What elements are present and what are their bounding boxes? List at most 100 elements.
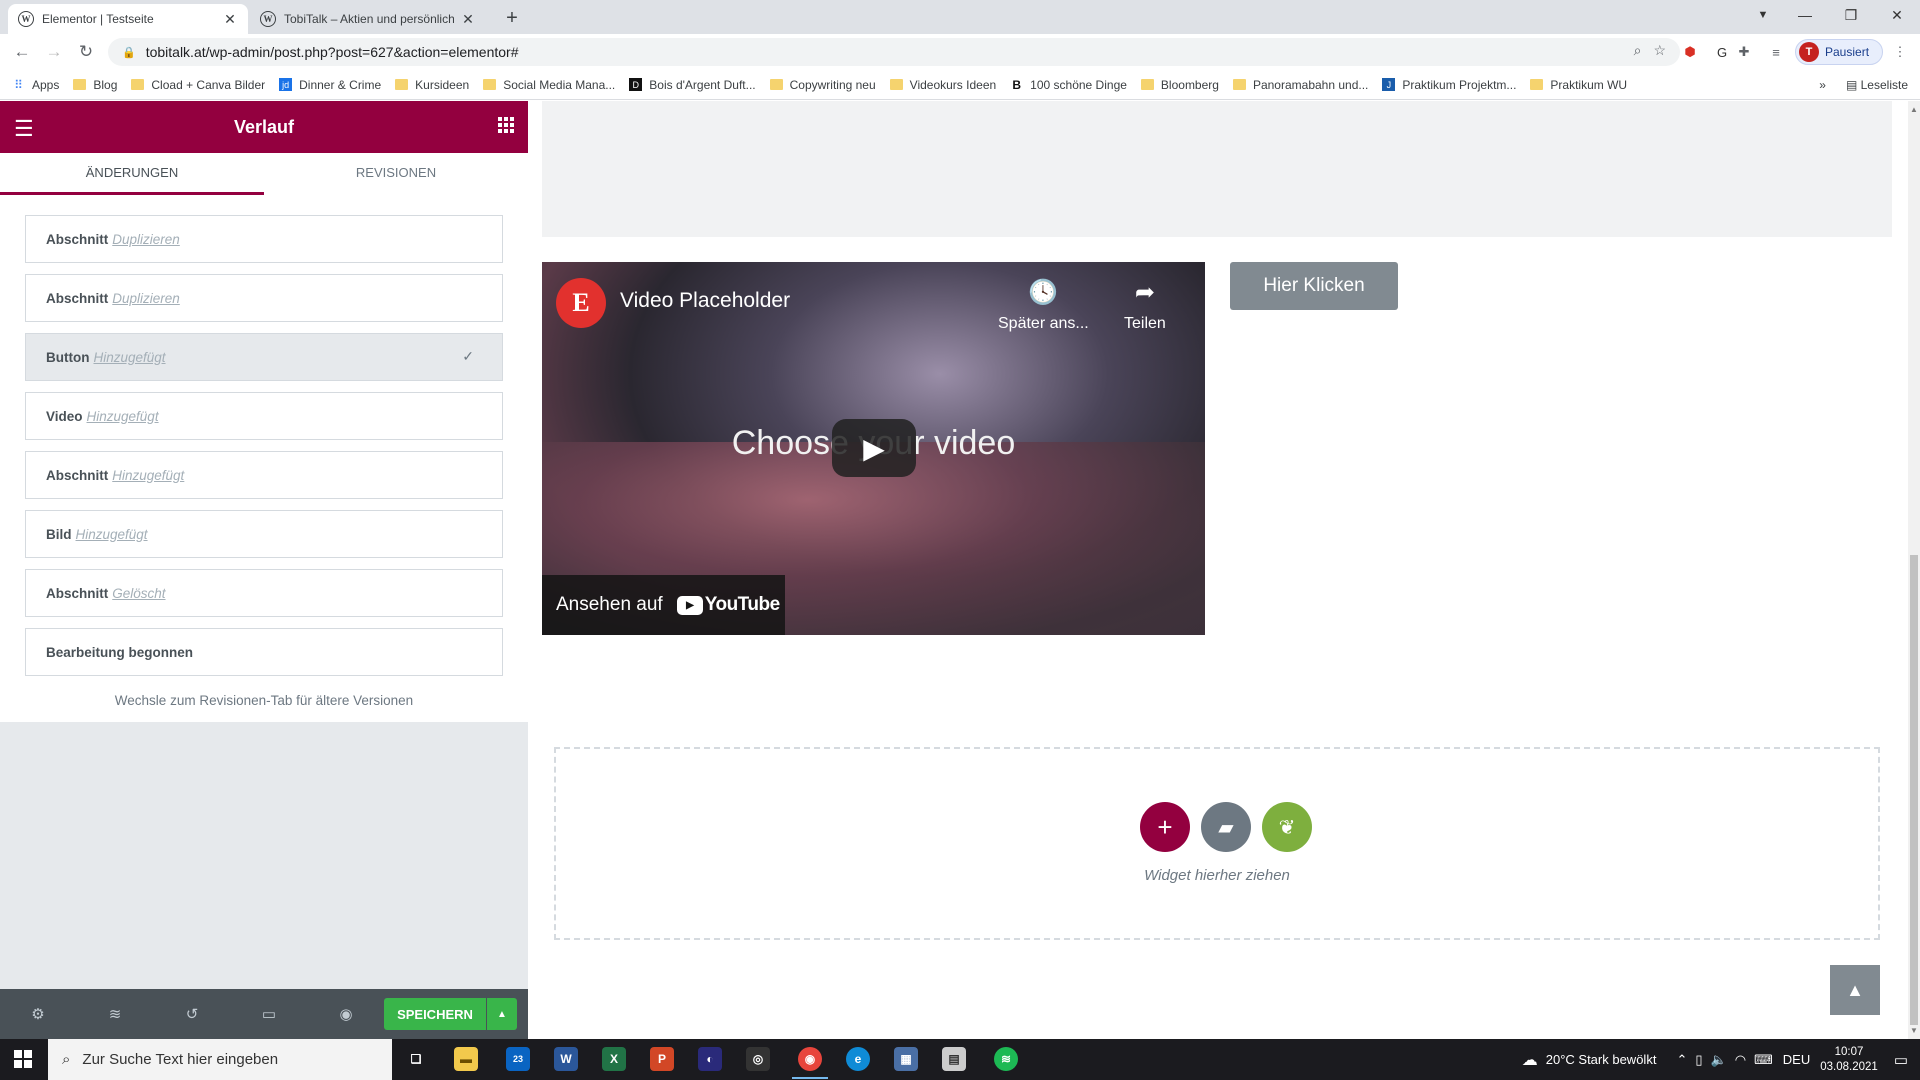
restore-button[interactable]: ❐ — [1828, 0, 1874, 30]
template-library-folder-icon[interactable]: ▰ — [1201, 802, 1251, 852]
bookmark-praktikum-wu[interactable]: Praktikum WU — [1530, 78, 1627, 92]
reading-list-button[interactable]: ▤ Leseliste — [1846, 78, 1908, 92]
add-section-plus-icon[interactable]: + — [1140, 802, 1190, 852]
scroll-up-icon[interactable]: ▲ — [1910, 105, 1918, 114]
tab-elementor[interactable]: W Elementor | Testseite ✕ — [8, 4, 248, 34]
bookmark-blog[interactable]: Blog — [73, 78, 117, 92]
extensions-icon[interactable]: ✚ — [1734, 42, 1754, 62]
bookmark-praktikum-projekt[interactable]: J Praktikum Projektm... — [1382, 78, 1516, 92]
share-arrow-icon: ➦ — [1134, 279, 1155, 306]
watch-on-youtube-button[interactable]: Ansehen auf ▶ YouTube — [542, 575, 785, 635]
language-indicator[interactable]: DEU — [1783, 1052, 1810, 1067]
video-title[interactable]: Video Placeholder — [620, 289, 790, 313]
preview-eye-icon[interactable]: ◉ — [336, 1004, 356, 1024]
watch-later-button[interactable]: 🕓 Später ans... — [998, 278, 1089, 333]
grammarly-icon[interactable]: G — [1712, 42, 1732, 62]
more-bookmarks-icon[interactable]: » — [1819, 78, 1826, 92]
back-icon[interactable]: ← — [10, 40, 34, 64]
scroll-to-top-button[interactable]: ▲ — [1830, 965, 1880, 1015]
wifi-icon[interactable]: ◠ — [1735, 1052, 1746, 1068]
zoom-icon[interactable]: ⌕ — [1634, 42, 1642, 59]
bookmark-100-dinge[interactable]: B 100 schöne Dinge — [1010, 78, 1127, 92]
share-button[interactable]: ➦ Teilen — [1124, 278, 1166, 333]
reload-icon[interactable]: ↻ — [74, 40, 98, 64]
bookmark-bois-dargent[interactable]: D Bois d'Argent Duft... — [629, 78, 756, 92]
reading-list-icon[interactable]: ≡ — [1766, 42, 1786, 62]
chrome-menu-icon[interactable]: ⋮ — [1890, 42, 1910, 62]
history-item[interactable]: Abschnitt Gelöscht — [25, 569, 503, 617]
bookmark-videokurs[interactable]: Videokurs Ideen — [889, 78, 996, 92]
keyboard-icon[interactable]: ⌨ — [1754, 1052, 1773, 1068]
history-item-current[interactable]: Button Hinzugefügt ✓ — [25, 333, 503, 381]
bookmark-apps[interactable]: ⠿ Apps — [12, 78, 59, 92]
save-button[interactable]: Speichern — [384, 998, 486, 1030]
envato-kit-icon[interactable]: ❦ — [1262, 802, 1312, 852]
weather-cloud-icon[interactable]: ☁ — [1522, 1050, 1538, 1070]
clock[interactable]: 10:07 03.08.2021 — [1820, 1045, 1878, 1075]
file-explorer-icon[interactable]: ▬ — [454, 1047, 478, 1071]
forward-icon[interactable]: → — [42, 40, 66, 64]
tab-tobitalk[interactable]: W TobiTalk – Aktien und persönliche ✕ — [250, 4, 486, 34]
history-item[interactable]: Bild Hinzugefügt — [25, 510, 503, 558]
hier-klicken-button[interactable]: Hier Klicken — [1230, 262, 1398, 310]
history-item[interactable]: Bearbeitung begonnen — [25, 628, 503, 676]
adblock-icon[interactable]: ⬢ — [1680, 42, 1700, 62]
folder-icon — [1232, 79, 1246, 90]
scrollbar-thumb[interactable] — [1910, 555, 1918, 1025]
notifications-icon[interactable]: ▭ — [1894, 1051, 1908, 1069]
add-section-dropzone[interactable]: + ▰ ❦ Widget hierher ziehen — [554, 747, 1880, 940]
bookmark-panoramabahn[interactable]: Panoramabahn und... — [1232, 78, 1368, 92]
tab-search-icon[interactable]: ▼ — [1740, 0, 1786, 30]
chrome-icon[interactable]: ◉ — [792, 1047, 828, 1079]
tab-changes[interactable]: Änderungen — [0, 153, 264, 195]
history-item[interactable]: Abschnitt Duplizieren — [25, 274, 503, 322]
mail-icon[interactable]: 23 — [506, 1047, 530, 1071]
history-icon[interactable]: ↺ — [182, 1004, 202, 1024]
bookmark-bloomberg[interactable]: Bloomberg — [1140, 78, 1219, 92]
new-tab-button[interactable]: + — [500, 7, 524, 30]
bookmark-star-icon[interactable]: ☆ — [1653, 42, 1666, 59]
save-options-caret-icon[interactable]: ▲ — [487, 998, 517, 1030]
taskbar-search-input[interactable]: ⌕ Zur Suche Text hier eingeben — [48, 1039, 392, 1080]
widgets-grid-icon[interactable] — [498, 117, 514, 133]
hamburger-menu-icon[interactable]: ☰ — [14, 116, 34, 142]
tray-chevron-icon[interactable]: ⌃ — [1676, 1052, 1687, 1068]
history-item[interactable]: Abschnitt Duplizieren — [25, 215, 503, 263]
app-icon[interactable]: ◐ — [698, 1047, 722, 1071]
weather-text[interactable]: 20°C Stark bewölkt — [1546, 1052, 1657, 1067]
device-icon[interactable]: ▯ — [1695, 1052, 1702, 1068]
app-icon[interactable]: ▦ — [894, 1047, 918, 1071]
navigator-layers-icon[interactable]: ≋ — [105, 1004, 125, 1024]
excel-icon[interactable]: X — [602, 1047, 626, 1071]
history-item[interactable]: Abschnitt Hinzugefügt — [25, 451, 503, 499]
task-view-icon[interactable]: ❏ — [404, 1047, 428, 1071]
tab-revisions[interactable]: Revisionen — [264, 153, 528, 195]
close-tab-icon[interactable]: ✕ — [222, 11, 238, 28]
word-icon[interactable]: W — [554, 1047, 578, 1071]
minimize-button[interactable]: — — [1782, 0, 1828, 30]
powerpoint-icon[interactable]: P — [650, 1047, 674, 1071]
empty-section[interactable] — [542, 101, 1892, 237]
history-item[interactable]: Video Hinzugefügt — [25, 392, 503, 440]
bookmark-copywriting[interactable]: Copywriting neu — [769, 78, 876, 92]
close-window-button[interactable]: ✕ — [1874, 0, 1920, 30]
bookmark-dinner-crime[interactable]: jd Dinner & Crime — [279, 78, 381, 92]
address-bar[interactable]: 🔒 tobitalk.at/wp-admin/post.php?post=627… — [108, 38, 1680, 66]
bookmark-kursideen[interactable]: Kursideen — [395, 78, 469, 92]
settings-gear-icon[interactable]: ⚙ — [28, 1004, 48, 1024]
windows-start-icon[interactable] — [14, 1050, 32, 1068]
video-widget[interactable]: E Video Placeholder 🕓 Später ans... ➦ Teil… — [542, 262, 1205, 635]
play-button-icon[interactable]: ▶ — [832, 419, 916, 477]
edge-icon[interactable]: e — [846, 1047, 870, 1071]
page-scrollbar[interactable]: ▲ ▼ — [1908, 101, 1920, 1039]
obs-icon[interactable]: ◎ — [746, 1047, 770, 1071]
scroll-down-icon[interactable]: ▼ — [1910, 1026, 1918, 1035]
volume-icon[interactable]: 🔈 — [1711, 1052, 1727, 1068]
responsive-mode-icon[interactable]: ▭ — [259, 1004, 279, 1024]
spotify-icon[interactable]: ≋ — [994, 1047, 1018, 1071]
profile-button[interactable]: T Pausiert — [1795, 39, 1883, 65]
close-tab-icon[interactable]: ✕ — [460, 11, 476, 28]
bookmark-canva[interactable]: Cload + Canva Bilder — [131, 78, 265, 92]
bookmark-social-media[interactable]: Social Media Mana... — [483, 78, 615, 92]
notepad-icon[interactable]: ▤ — [942, 1047, 966, 1071]
